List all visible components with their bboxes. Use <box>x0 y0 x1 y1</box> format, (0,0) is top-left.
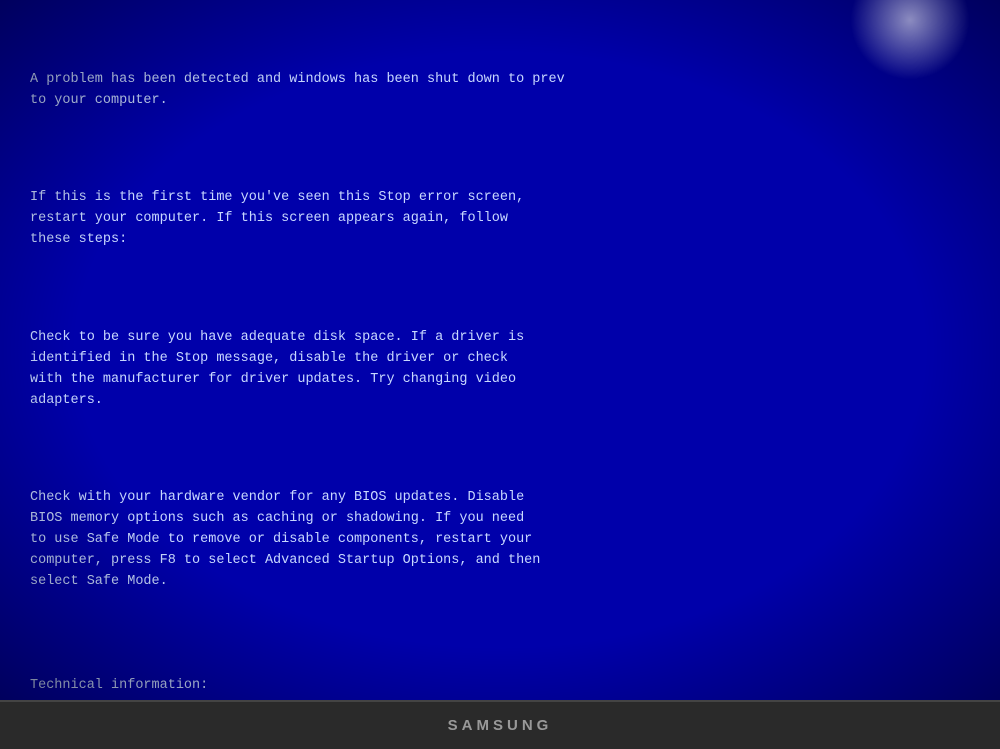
line1b: to your computer. <box>30 93 168 108</box>
fourth-paragraph: Check with your hardware vendor for any … <box>30 488 970 593</box>
brand-name: SAMSUNG <box>448 717 553 734</box>
monitor-bezel: SAMSUNG <box>0 700 1000 749</box>
tech-info-label: Technical information: <box>30 676 970 697</box>
bsod-screen: A problem has been detected and windows … <box>0 0 1000 700</box>
line1: A problem has been detected and windows … <box>30 72 565 87</box>
second-paragraph: If this is the first time you've seen th… <box>30 188 970 251</box>
bsod-content: A problem has been detected and windows … <box>0 0 1000 700</box>
first-paragraph: A problem has been detected and windows … <box>30 70 970 112</box>
monitor: A problem has been detected and windows … <box>0 0 1000 749</box>
third-paragraph: Check to be sure you have adequate disk … <box>30 328 970 412</box>
bsod-text: A problem has been detected and windows … <box>30 28 970 700</box>
